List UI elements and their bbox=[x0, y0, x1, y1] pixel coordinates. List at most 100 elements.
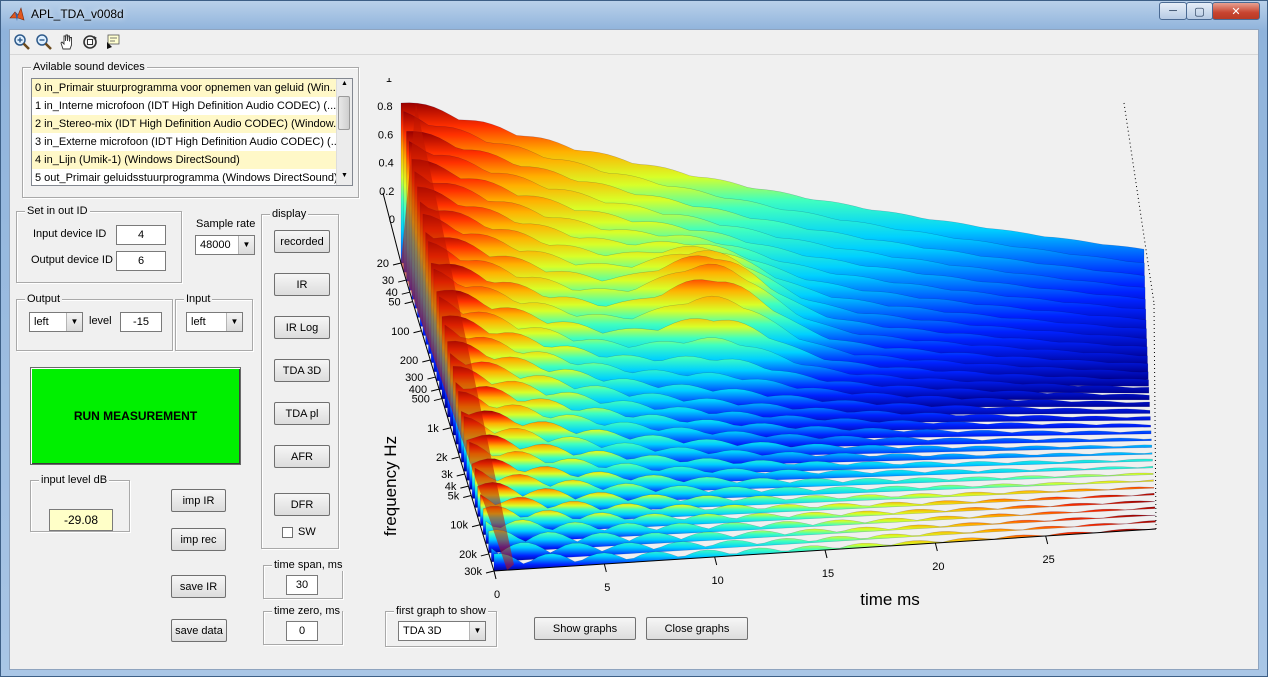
device-list-item[interactable]: 5 out_Primair geluidsstuurprogramma (Win… bbox=[32, 169, 336, 185]
import-ir-button[interactable]: imp IR bbox=[171, 489, 226, 512]
x-tick-mark bbox=[714, 556, 718, 566]
y-tick-mark bbox=[404, 301, 413, 305]
output-level-label: level bbox=[89, 315, 112, 327]
y-tick-label: 3k bbox=[441, 469, 453, 481]
scroll-thumb[interactable] bbox=[338, 96, 350, 130]
pan-hand-icon[interactable] bbox=[58, 33, 76, 51]
import-rec-button[interactable]: imp rec bbox=[171, 528, 226, 551]
chevron-down-icon: ▼ bbox=[238, 236, 254, 254]
y-tick-mark bbox=[413, 330, 422, 334]
save-data-button[interactable]: save data bbox=[171, 619, 227, 642]
x-tick-label: 10 bbox=[712, 575, 724, 587]
application-window: APL_TDA_v008d ─ ▢ ✕ Avilable sound devic… bbox=[0, 0, 1268, 677]
devices-listbox[interactable]: 0 in_Primair stuurprogramma voor opnemen… bbox=[31, 78, 353, 186]
y-tick-label: 300 bbox=[405, 372, 423, 384]
output-group-title: Output bbox=[25, 293, 63, 305]
zoom-in-icon[interactable] bbox=[13, 33, 31, 51]
devices-scrollbar[interactable]: ▲ ▼ bbox=[336, 79, 352, 185]
data-cursor-icon[interactable] bbox=[104, 33, 122, 51]
y-tick-label: 20k bbox=[459, 549, 477, 561]
y-tick-label: 1k bbox=[427, 423, 439, 435]
input-channel-select[interactable]: left ▼ bbox=[186, 312, 243, 332]
output-device-id-label: Output device ID bbox=[31, 254, 113, 266]
minimize-button[interactable]: ─ bbox=[1159, 2, 1187, 20]
x-tick-label: 0 bbox=[494, 589, 500, 601]
y-tick-mark bbox=[392, 262, 402, 266]
time-zero-field[interactable]: 0 bbox=[286, 621, 318, 641]
input-level-title: input level dB bbox=[39, 474, 110, 486]
x-axis-label: time ms bbox=[860, 590, 920, 609]
y-tick-mark bbox=[442, 427, 451, 431]
y-tick-mark bbox=[398, 279, 407, 283]
device-list-item[interactable]: 1 in_Interne microfoon (IDT High Definit… bbox=[32, 97, 336, 115]
z-axis-line bbox=[382, 192, 402, 264]
figure-client-area: Avilable sound devices 0 in_Primair stuu… bbox=[9, 29, 1259, 670]
x-tick-mark bbox=[603, 563, 607, 573]
display-tda-pl-button[interactable]: TDA pl bbox=[274, 402, 330, 425]
output-device-id-field[interactable]: 6 bbox=[116, 251, 166, 271]
close-icon: ✕ bbox=[1231, 5, 1241, 18]
input-device-id-label: Input device ID bbox=[33, 228, 107, 240]
y-tick-label: 30 bbox=[382, 275, 394, 287]
save-ir-button[interactable]: save IR bbox=[171, 575, 226, 598]
device-list-item[interactable]: 3 in_Externe microfoon (IDT High Definit… bbox=[32, 133, 336, 151]
run-measurement-button[interactable]: RUN MEASUREMENT bbox=[30, 367, 241, 465]
y-tick-mark bbox=[471, 524, 481, 528]
time-span-field[interactable]: 30 bbox=[286, 575, 318, 595]
y-tick-label: 10k bbox=[450, 520, 468, 532]
y-tick-label: 50 bbox=[388, 297, 400, 309]
display-recorded-button[interactable]: recorded bbox=[274, 230, 330, 253]
maximize-icon: ▢ bbox=[1194, 5, 1205, 18]
x-tick-mark bbox=[824, 549, 828, 559]
sw-checkbox[interactable] bbox=[282, 527, 293, 538]
y-tick-mark bbox=[422, 359, 431, 363]
display-dfr-button[interactable]: DFR bbox=[274, 493, 330, 516]
output-group: Output left ▼ level -15 bbox=[16, 293, 173, 351]
y-tick-label: 100 bbox=[391, 326, 409, 338]
input-level-readout: -29.08 bbox=[49, 509, 113, 531]
close-button[interactable]: ✕ bbox=[1212, 2, 1260, 20]
y-tick-mark bbox=[430, 388, 440, 392]
x-tick-label: 25 bbox=[1043, 554, 1055, 566]
device-list-item[interactable]: 4 in_Lijn (Umik-1) (Windows DirectSound) bbox=[32, 151, 336, 169]
input-channel-value: left bbox=[191, 316, 206, 328]
device-list-item[interactable]: 2 in_Stereo-mix (IDT High Definition Aud… bbox=[32, 115, 336, 133]
display-ir-button[interactable]: IR bbox=[274, 273, 330, 296]
scroll-down-icon[interactable]: ▼ bbox=[339, 172, 350, 183]
y-tick-mark bbox=[485, 570, 495, 574]
maximize-button[interactable]: ▢ bbox=[1186, 2, 1213, 20]
time-zero-group: time zero, ms 0 bbox=[263, 605, 343, 645]
z-tick-label: 0.4 bbox=[379, 158, 394, 170]
z-tick-label: 1 bbox=[386, 78, 392, 85]
display-tda-3d-button[interactable]: TDA 3D bbox=[274, 359, 330, 382]
rotate-3d-icon[interactable] bbox=[81, 33, 99, 51]
z-tick-label: 0 bbox=[389, 214, 395, 226]
y-tick-mark bbox=[433, 398, 443, 402]
time-span-title: time span, ms bbox=[272, 559, 345, 571]
devices-group-title: Avilable sound devices bbox=[31, 61, 147, 73]
display-group: display recorded IR IR Log TDA 3D TDA pl AFR D… bbox=[261, 208, 339, 549]
input-group-title: Input bbox=[184, 293, 213, 305]
sample-rate-value: 48000 bbox=[200, 239, 231, 251]
sample-rate-select[interactable]: 48000 ▼ bbox=[195, 235, 255, 255]
output-channel-select[interactable]: left ▼ bbox=[29, 312, 83, 332]
scroll-up-icon[interactable]: ▲ bbox=[339, 80, 350, 91]
input-device-id-field[interactable]: 4 bbox=[116, 225, 166, 245]
z-tick-label: 0.8 bbox=[377, 101, 392, 113]
time-span-group: time span, ms 30 bbox=[263, 559, 345, 599]
tda-3d-waterfall-plot[interactable]: 0510152025203040501002003004005001k2k3k4… bbox=[354, 78, 1256, 646]
chevron-down-icon: ▼ bbox=[226, 313, 242, 331]
title-bar[interactable]: APL_TDA_v008d ─ ▢ ✕ bbox=[1, 1, 1267, 29]
output-level-field[interactable]: -15 bbox=[120, 312, 162, 332]
device-list-item[interactable]: 0 in_Primair stuurprogramma voor opnemen… bbox=[32, 79, 336, 97]
y-tick-mark bbox=[463, 495, 472, 499]
figure-toolbar bbox=[10, 30, 1258, 55]
zoom-out-icon[interactable] bbox=[35, 33, 53, 51]
y-tick-mark bbox=[401, 291, 410, 295]
y-tick-label: 20 bbox=[377, 258, 389, 270]
display-afr-button[interactable]: AFR bbox=[274, 445, 330, 468]
display-ir-log-button[interactable]: IR Log bbox=[274, 316, 330, 339]
time-zero-title: time zero, ms bbox=[272, 605, 343, 617]
y-tick-label: 500 bbox=[412, 394, 430, 406]
devices-items: 0 in_Primair stuurprogramma voor opnemen… bbox=[32, 79, 352, 185]
